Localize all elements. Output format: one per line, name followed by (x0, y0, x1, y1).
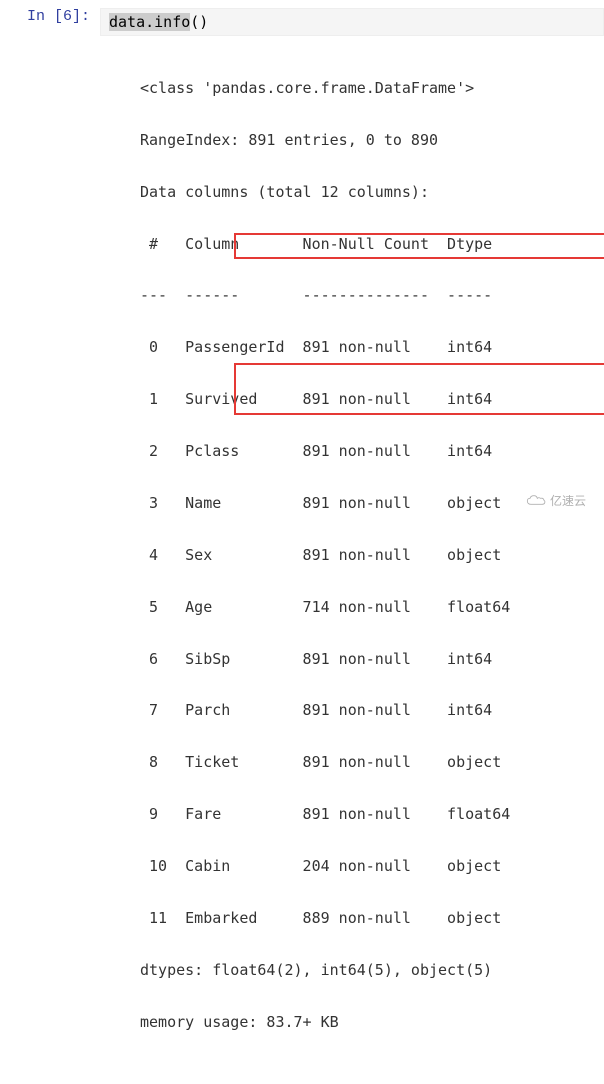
table-row: 7 Parch 891 non-null int64 (140, 698, 604, 724)
table-row: 0 PassengerId 891 non-null int64 (140, 335, 604, 361)
prompt-exec-num: [6]: (54, 8, 90, 25)
code-highlighted: data.info (109, 13, 190, 31)
output-area: <class 'pandas.core.frame.DataFrame'> Ra… (100, 44, 604, 1084)
table-row: 9 Fare 891 non-null float64 (140, 802, 604, 828)
table-row: 10 Cabin 204 non-null object (140, 854, 604, 880)
watermark: 亿速云 (522, 491, 590, 510)
output-dtypes-line: dtypes: float64(2), int64(5), object(5) (140, 958, 604, 984)
table-row: 2 Pclass 891 non-null int64 (140, 439, 604, 465)
code-rest: () (190, 13, 208, 31)
watermark-text: 亿速云 (550, 492, 586, 509)
code-input[interactable]: data.info() (100, 8, 604, 36)
table-row: 1 Survived 891 non-null int64 (140, 387, 604, 413)
table-row: 11 Embarked 889 non-null object (140, 906, 604, 932)
table-row: 6 SibSp 891 non-null int64 (140, 647, 604, 673)
table-row: 8 Ticket 891 non-null object (140, 750, 604, 776)
table-row: 4 Sex 891 non-null object (140, 543, 604, 569)
code-content: data.info() (109, 13, 208, 31)
output-memory-line: memory usage: 83.7+ KB (140, 1010, 604, 1036)
prompt-in-label: In (27, 8, 54, 25)
output-sep: --- ------ -------------- ----- (140, 283, 604, 309)
output-header: # Column Non-Null Count Dtype (140, 232, 604, 258)
output-range-line: RangeIndex: 891 entries, 0 to 890 (140, 128, 604, 154)
output-cols-line: Data columns (total 12 columns): (140, 180, 604, 206)
output-class-line: <class 'pandas.core.frame.DataFrame'> (140, 76, 604, 102)
table-row: 5 Age 714 non-null float64 (140, 595, 604, 621)
input-prompt: In [6]: (10, 8, 100, 36)
notebook-cell: In [6]: data.info() (0, 0, 604, 44)
cloud-icon (526, 495, 546, 507)
